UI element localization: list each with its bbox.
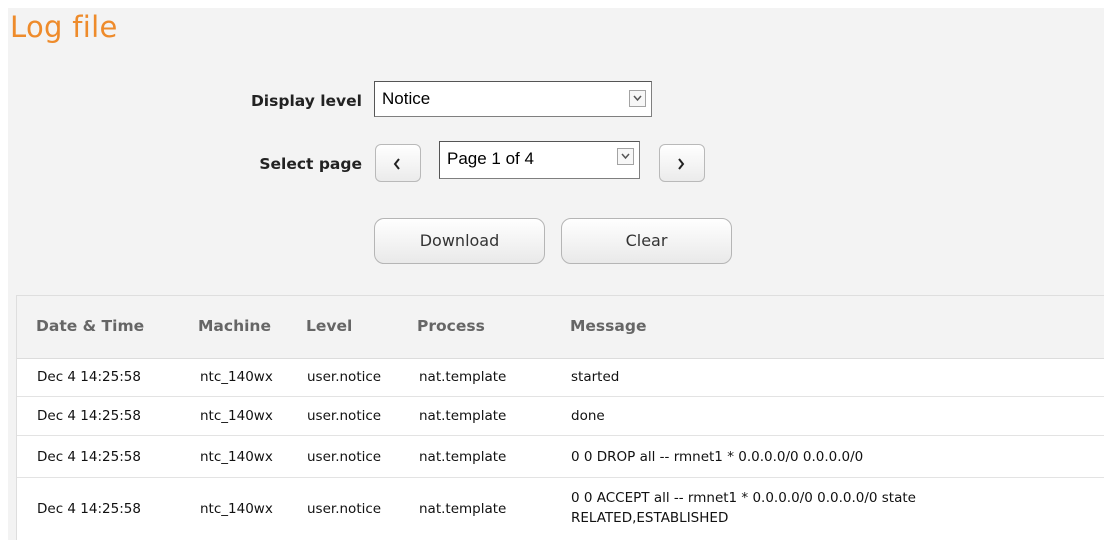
cell-machine: ntc_140wx — [200, 408, 273, 424]
cell-message-line: RELATED,ESTABLISHED — [571, 510, 729, 526]
prev-page-button[interactable] — [375, 144, 421, 182]
cell-level: user.notice — [307, 369, 382, 385]
cell-datetime: Dec 4 14:25:58 — [37, 501, 141, 517]
table-row: Dec 4 14:25:58 ntc_140wx user.notice nat… — [17, 397, 1104, 436]
header-machine: Machine — [198, 317, 271, 335]
cell-datetime: Dec 4 14:25:58 — [37, 408, 141, 424]
cell-process: nat.template — [419, 369, 507, 385]
header-level: Level — [306, 317, 353, 335]
cell-message: started — [571, 369, 620, 385]
log-table: Date & Time Machine Level Process Messag… — [16, 295, 1104, 540]
cell-level: user.notice — [307, 449, 382, 465]
table-row: Dec 4 14:25:58 ntc_140wx user.notice nat… — [17, 478, 1104, 541]
clear-button[interactable]: Clear — [561, 218, 732, 264]
chevron-left-icon — [393, 158, 400, 170]
next-page-button[interactable] — [659, 144, 705, 182]
page-value: Page 1 of 4 — [447, 149, 534, 168]
header-date-time: Date & Time — [36, 317, 145, 335]
cell-datetime: Dec 4 14:25:58 — [37, 449, 141, 465]
display-level-label: Display level — [250, 92, 362, 110]
cell-process: nat.template — [419, 449, 507, 465]
page-select[interactable]: Page 1 of 4 — [439, 141, 640, 179]
table-header: Date & Time Machine Level Process Messag… — [17, 296, 1104, 359]
download-button[interactable]: Download — [374, 218, 545, 264]
cell-level: user.notice — [307, 501, 382, 517]
chevron-right-icon — [678, 158, 685, 170]
cell-process: nat.template — [419, 408, 507, 424]
cell-datetime: Dec 4 14:25:58 — [37, 369, 141, 385]
select-page-label: Select page — [259, 155, 362, 173]
cell-message-line: 0 0 ACCEPT all -- rmnet1 * 0.0.0.0/0 0.0… — [571, 490, 916, 506]
table-row: Dec 4 14:25:58 ntc_140wx user.notice nat… — [17, 358, 1104, 397]
page-title: Log file — [10, 10, 118, 44]
table-row: Dec 4 14:25:58 ntc_140wx user.notice nat… — [17, 436, 1104, 478]
cell-machine: ntc_140wx — [200, 369, 273, 385]
cell-machine: ntc_140wx — [200, 501, 273, 517]
cell-message: done — [571, 408, 605, 424]
cell-level: user.notice — [307, 408, 382, 424]
cell-message: 0 0 DROP all -- rmnet1 * 0.0.0.0/0 0.0.0… — [571, 449, 864, 465]
display-level-select[interactable]: Notice — [374, 81, 652, 117]
header-process: Process — [417, 317, 485, 335]
cell-process: nat.template — [419, 501, 507, 517]
cell-message: 0 0 ACCEPT all -- rmnet1 * 0.0.0.0/0 0.0… — [571, 488, 916, 528]
chevron-down-icon — [617, 148, 634, 165]
display-level-value: Notice — [382, 89, 431, 108]
chevron-down-icon — [629, 90, 646, 107]
header-message: Message — [570, 317, 647, 335]
cell-machine: ntc_140wx — [200, 449, 273, 465]
